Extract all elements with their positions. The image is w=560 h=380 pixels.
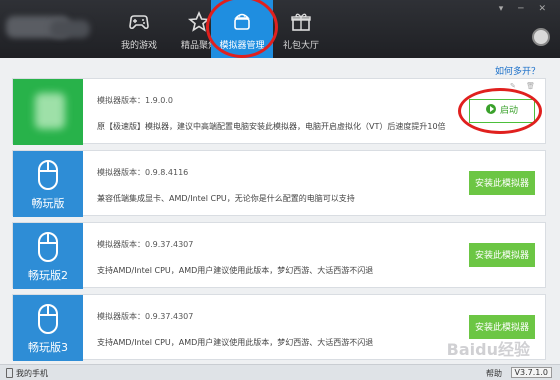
nav-my-games[interactable]: 我的游戏 bbox=[108, 0, 170, 58]
app-window: 我的游戏 精品聚焦 模拟器管理 礼包大厅 ▾ ─ ✕ 如何多开？ ✎ 🗑 模拟器… bbox=[0, 0, 560, 380]
help-link[interactable]: 帮助 bbox=[486, 368, 502, 379]
version-badge: V3.7.1.0 bbox=[510, 367, 552, 378]
version-label: 模拟器版本：0.9.8.4116 bbox=[97, 168, 189, 177]
thumbnail-label: 畅玩版 bbox=[31, 197, 65, 210]
avatar[interactable] bbox=[532, 28, 550, 46]
my-phone-link[interactable]: 我的手机 bbox=[16, 368, 48, 379]
start-button[interactable]: 启动 bbox=[469, 99, 535, 123]
blurred-logo bbox=[35, 93, 65, 129]
emulator-card-play2: 畅玩版2 模拟器版本：0.9.37.4307 支持AMD/Intel CPU，A… bbox=[12, 222, 546, 289]
card-edit-delete-icons[interactable]: ✎ 🗑 bbox=[510, 82, 539, 90]
window-controls[interactable]: ▾ ─ ✕ bbox=[499, 4, 552, 14]
play-icon bbox=[485, 104, 496, 114]
mouse-icon bbox=[38, 232, 58, 262]
blurred-username bbox=[50, 20, 90, 38]
top-header: 我的游戏 精品聚焦 模拟器管理 礼包大厅 ▾ ─ ✕ bbox=[0, 0, 560, 58]
mouse-icon bbox=[38, 304, 58, 334]
multi-instance-help-link[interactable]: 如何多开？ bbox=[495, 64, 540, 77]
description-text: 支持AMD/Intel CPU，AMD用户建议使用此版本，梦幻西游、大话西游不闪… bbox=[97, 266, 374, 275]
nav-gift-hall[interactable]: 礼包大厅 bbox=[270, 0, 332, 58]
emulator-thumbnail: 畅玩版3 bbox=[13, 295, 83, 361]
description-text: 原【极速版】模拟器，建议中高端配置电脑安装此模拟器，电脑开启虚拟化（VT）后速度… bbox=[97, 122, 446, 131]
version-label: 模拟器版本：1.9.0.0 bbox=[97, 96, 173, 105]
emulator-card-play1: 畅玩版 模拟器版本：0.9.8.4116 兼容低端集成显卡、AMD/Intel … bbox=[12, 150, 546, 217]
gamepad-icon bbox=[129, 15, 149, 30]
android-icon bbox=[234, 13, 250, 30]
star-icon bbox=[187, 10, 211, 32]
version-label: 模拟器版本：0.9.37.4307 bbox=[97, 312, 194, 321]
emulator-thumbnail: 畅玩版2 bbox=[13, 223, 83, 289]
emulator-card-fast: ✎ 🗑 模拟器版本：1.9.0.0 原【极速版】模拟器，建议中高端配置电脑安装此… bbox=[12, 78, 546, 145]
status-bar: 我的手机 帮助 V3.7.1.0 bbox=[0, 364, 560, 380]
install-button[interactable]: 安装此模拟器 bbox=[469, 171, 535, 195]
emulator-thumbnail bbox=[13, 79, 83, 145]
description-text: 支持AMD/Intel CPU，AMD用户建议使用此版本，梦幻西游、大话西游不闪… bbox=[97, 338, 374, 347]
thumbnail-label: 畅玩版2 bbox=[28, 269, 68, 282]
gift-icon bbox=[291, 13, 311, 31]
install-button[interactable]: 安装此模拟器 bbox=[469, 243, 535, 267]
nav-label: 我的游戏 bbox=[120, 41, 157, 51]
watermark: Baidu经验 bbox=[446, 340, 530, 359]
description-text: 兼容低端集成显卡、AMD/Intel CPU，无论你是什么配置的电脑可以支持 bbox=[97, 194, 355, 203]
emulator-thumbnail: 畅玩版 bbox=[13, 151, 83, 217]
thumbnail-label: 畅玩版3 bbox=[28, 341, 68, 354]
version-label: 模拟器版本：0.9.37.4307 bbox=[97, 240, 194, 249]
phone-icon bbox=[6, 368, 13, 378]
nav-emulator-manager[interactable]: 模拟器管理 bbox=[211, 0, 273, 58]
nav-label: 模拟器管理 bbox=[219, 41, 265, 51]
mouse-icon bbox=[38, 160, 58, 190]
start-label: 启动 bbox=[499, 106, 518, 116]
nav-label: 礼包大厅 bbox=[282, 41, 319, 51]
